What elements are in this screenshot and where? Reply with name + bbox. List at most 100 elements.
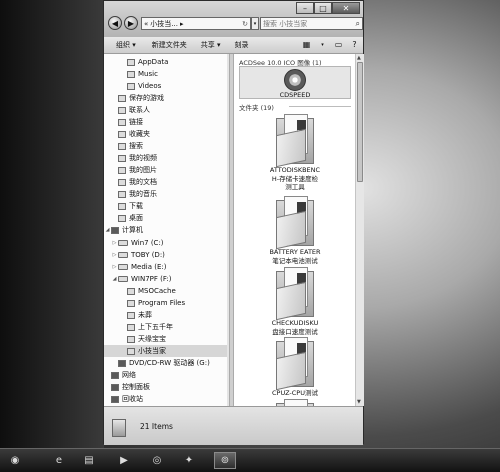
computer-icon bbox=[111, 226, 119, 234]
sidebar-item[interactable]: ▷ TOBY (D:) bbox=[111, 249, 165, 261]
ie-icon[interactable]: e bbox=[50, 452, 68, 469]
vertical-scrollbar[interactable]: ▲ ▼ bbox=[355, 54, 364, 406]
help-icon[interactable]: ? bbox=[349, 39, 360, 50]
address-overflow-icon[interactable]: « bbox=[144, 20, 148, 28]
expand-arrow-icon[interactable]: ▷ bbox=[111, 264, 118, 270]
sidebar-item-label: Videos bbox=[138, 82, 162, 90]
close-button[interactable]: ✕ bbox=[332, 2, 360, 14]
sidebar-item[interactable]: 我的图片 bbox=[111, 164, 157, 176]
folder-icon: E bbox=[276, 196, 314, 250]
folder-icon bbox=[118, 94, 126, 102]
explorer-window: – □ ✕ ◀ ▶ « 小技当... ▸ ↻ ▾ 搜索 小技当家 ⌕ 组织 ▾ … bbox=[103, 0, 364, 445]
sidebar-item[interactable]: 控制面板 bbox=[104, 381, 150, 393]
sidebar-item[interactable]: 上下五千年 bbox=[120, 321, 173, 333]
sidebar-item-label: 搜索 bbox=[129, 142, 143, 150]
change-view-icon[interactable]: ▦ bbox=[301, 39, 312, 50]
refresh-icon[interactable]: ↻ bbox=[242, 20, 248, 28]
sidebar-item[interactable]: 搜索 bbox=[111, 140, 143, 152]
forward-button[interactable]: ▶ bbox=[124, 16, 138, 30]
scroll-down-icon[interactable]: ▼ bbox=[357, 399, 361, 405]
cdspeed-icon[interactable]: ⊚ bbox=[214, 452, 236, 469]
sidebar-item[interactable]: 收藏夹 bbox=[111, 128, 150, 140]
title-bar[interactable]: – □ ✕ ◀ ▶ « 小技当... ▸ ↻ ▾ 搜索 小技当家 ⌕ bbox=[104, 1, 363, 37]
folder-item[interactable]: ➜ CHECKUDISKU 盘接口速度测试 bbox=[239, 267, 351, 336]
expand-arrow-icon[interactable]: ◢ bbox=[111, 276, 118, 282]
sidebar-item[interactable]: 我的音乐 bbox=[111, 188, 157, 200]
sidebar-item[interactable]: ◢ 计算机 bbox=[104, 224, 143, 236]
start-orb-icon[interactable]: ◉ bbox=[6, 452, 24, 469]
search-input[interactable]: 搜索 小技当家 ⌕ bbox=[260, 17, 363, 30]
sidebar-item-label: 未葬 bbox=[138, 311, 152, 319]
folder-icon bbox=[118, 166, 126, 174]
sidebar-item[interactable]: 我的视频 bbox=[111, 152, 157, 164]
sidebar-item[interactable]: 天缘宝宝 bbox=[120, 333, 166, 345]
sidebar-item[interactable]: 我的文档 bbox=[111, 176, 157, 188]
sidebar-item[interactable]: Music bbox=[120, 68, 158, 80]
view-dropdown-icon[interactable]: ▾ bbox=[317, 39, 328, 50]
address-bar[interactable]: « 小技当... ▸ ↻ bbox=[141, 17, 251, 30]
address-path[interactable]: 小技当... bbox=[150, 19, 178, 29]
sidebar-item-label: 下载 bbox=[129, 202, 143, 210]
sidebar-item-label: 天缘宝宝 bbox=[138, 335, 166, 343]
folder-item[interactable]: 10 ATTODISKBENC H-存储卡速度检 测工具 bbox=[239, 114, 351, 192]
expand-arrow-icon[interactable]: ▷ bbox=[111, 240, 118, 246]
sidebar-item-label: Win7 (C:) bbox=[131, 239, 164, 247]
sidebar-item[interactable]: 链接 bbox=[111, 116, 143, 128]
folder-icon bbox=[127, 58, 135, 66]
desktop-background bbox=[0, 0, 104, 448]
sidebar-item-label: 我的音乐 bbox=[129, 190, 157, 198]
sidebar-item[interactable]: ▷ Win7 (C:) bbox=[111, 237, 164, 249]
sidebar-item[interactable]: DVD/CD-RW 驱动器 (G:) bbox=[111, 357, 210, 369]
file-item-cdspeed[interactable]: CDSPEED bbox=[239, 66, 351, 99]
sidebar-item[interactable]: ◢ WIN7PF (F:) bbox=[111, 273, 172, 285]
sidebar-item[interactable]: 网络 bbox=[104, 369, 136, 381]
share-button[interactable]: 共享 ▾ bbox=[196, 40, 226, 50]
drive-icon bbox=[118, 240, 128, 246]
sidebar-item[interactable]: ▷ Media (E:) bbox=[111, 261, 167, 273]
back-button[interactable]: ◀ bbox=[108, 16, 122, 30]
sidebar-item[interactable]: MSOCache bbox=[120, 285, 176, 297]
address-separator-icon[interactable]: ▸ bbox=[180, 20, 184, 28]
chrome-icon[interactable]: ◎ bbox=[148, 452, 166, 469]
new-folder-button[interactable]: 新建文件夹 bbox=[147, 40, 192, 50]
sidebar-item[interactable]: 桌面 bbox=[111, 212, 143, 224]
folder-icon bbox=[118, 190, 126, 198]
folder-icon: ➜ bbox=[276, 267, 314, 321]
sidebar-item[interactable]: Program Files bbox=[120, 297, 185, 309]
sidebar-item-label: 回收站 bbox=[122, 395, 143, 403]
expand-arrow-icon[interactable]: ◢ bbox=[104, 227, 111, 233]
search-icon[interactable]: ⌕ bbox=[356, 19, 360, 29]
scroll-thumb[interactable] bbox=[357, 62, 363, 182]
folder-item[interactable] bbox=[239, 399, 351, 406]
folder-item[interactable]: E BATTERY EATER 笔记本电池测试 bbox=[239, 196, 351, 265]
preview-pane-icon[interactable]: ▭ bbox=[333, 39, 344, 50]
burn-button[interactable]: 刻录 bbox=[230, 40, 254, 50]
sidebar-item[interactable]: 下载 bbox=[111, 200, 143, 212]
folder-icon bbox=[118, 178, 126, 186]
sidebar-item-label: 计算机 bbox=[122, 226, 143, 234]
folder-icon bbox=[118, 142, 126, 150]
folder-icon bbox=[127, 335, 135, 343]
explorer-icon[interactable]: ▤ bbox=[80, 452, 98, 469]
scroll-up-icon[interactable]: ▲ bbox=[357, 55, 361, 61]
sidebar-item[interactable]: 小技当家 bbox=[104, 345, 229, 357]
folder-icon bbox=[118, 106, 126, 114]
sidebar-item[interactable]: AppData bbox=[120, 56, 168, 68]
sidebar-item[interactable]: 联系人 bbox=[111, 104, 150, 116]
sidebar-item[interactable]: Videos bbox=[120, 80, 161, 92]
media-player-icon[interactable]: ▶ bbox=[115, 452, 133, 469]
folder-name-line: H-存储卡速度检 bbox=[271, 174, 319, 183]
folder-icon bbox=[127, 323, 135, 331]
sidebar-item[interactable]: 保存的游戏 bbox=[111, 92, 164, 104]
expand-arrow-icon[interactable]: ▷ bbox=[111, 252, 118, 258]
minimize-button[interactable]: – bbox=[296, 2, 314, 14]
media-center-icon[interactable]: ✦ bbox=[180, 452, 198, 469]
sidebar-item[interactable]: 未葬 bbox=[120, 309, 152, 321]
maximize-button[interactable]: □ bbox=[314, 2, 332, 14]
address-dropdown-button[interactable]: ▾ bbox=[251, 17, 259, 30]
sidebar-item[interactable]: 回收站 bbox=[104, 393, 143, 405]
organize-button[interactable]: 组织 ▾ bbox=[111, 40, 141, 50]
group-header-folders[interactable]: 文件夹 (19) bbox=[239, 102, 274, 112]
folder-item[interactable]: ▮ CPUZ-CPU测试 bbox=[239, 337, 351, 398]
folder-name-line: 盘接口速度测试 bbox=[272, 327, 318, 336]
